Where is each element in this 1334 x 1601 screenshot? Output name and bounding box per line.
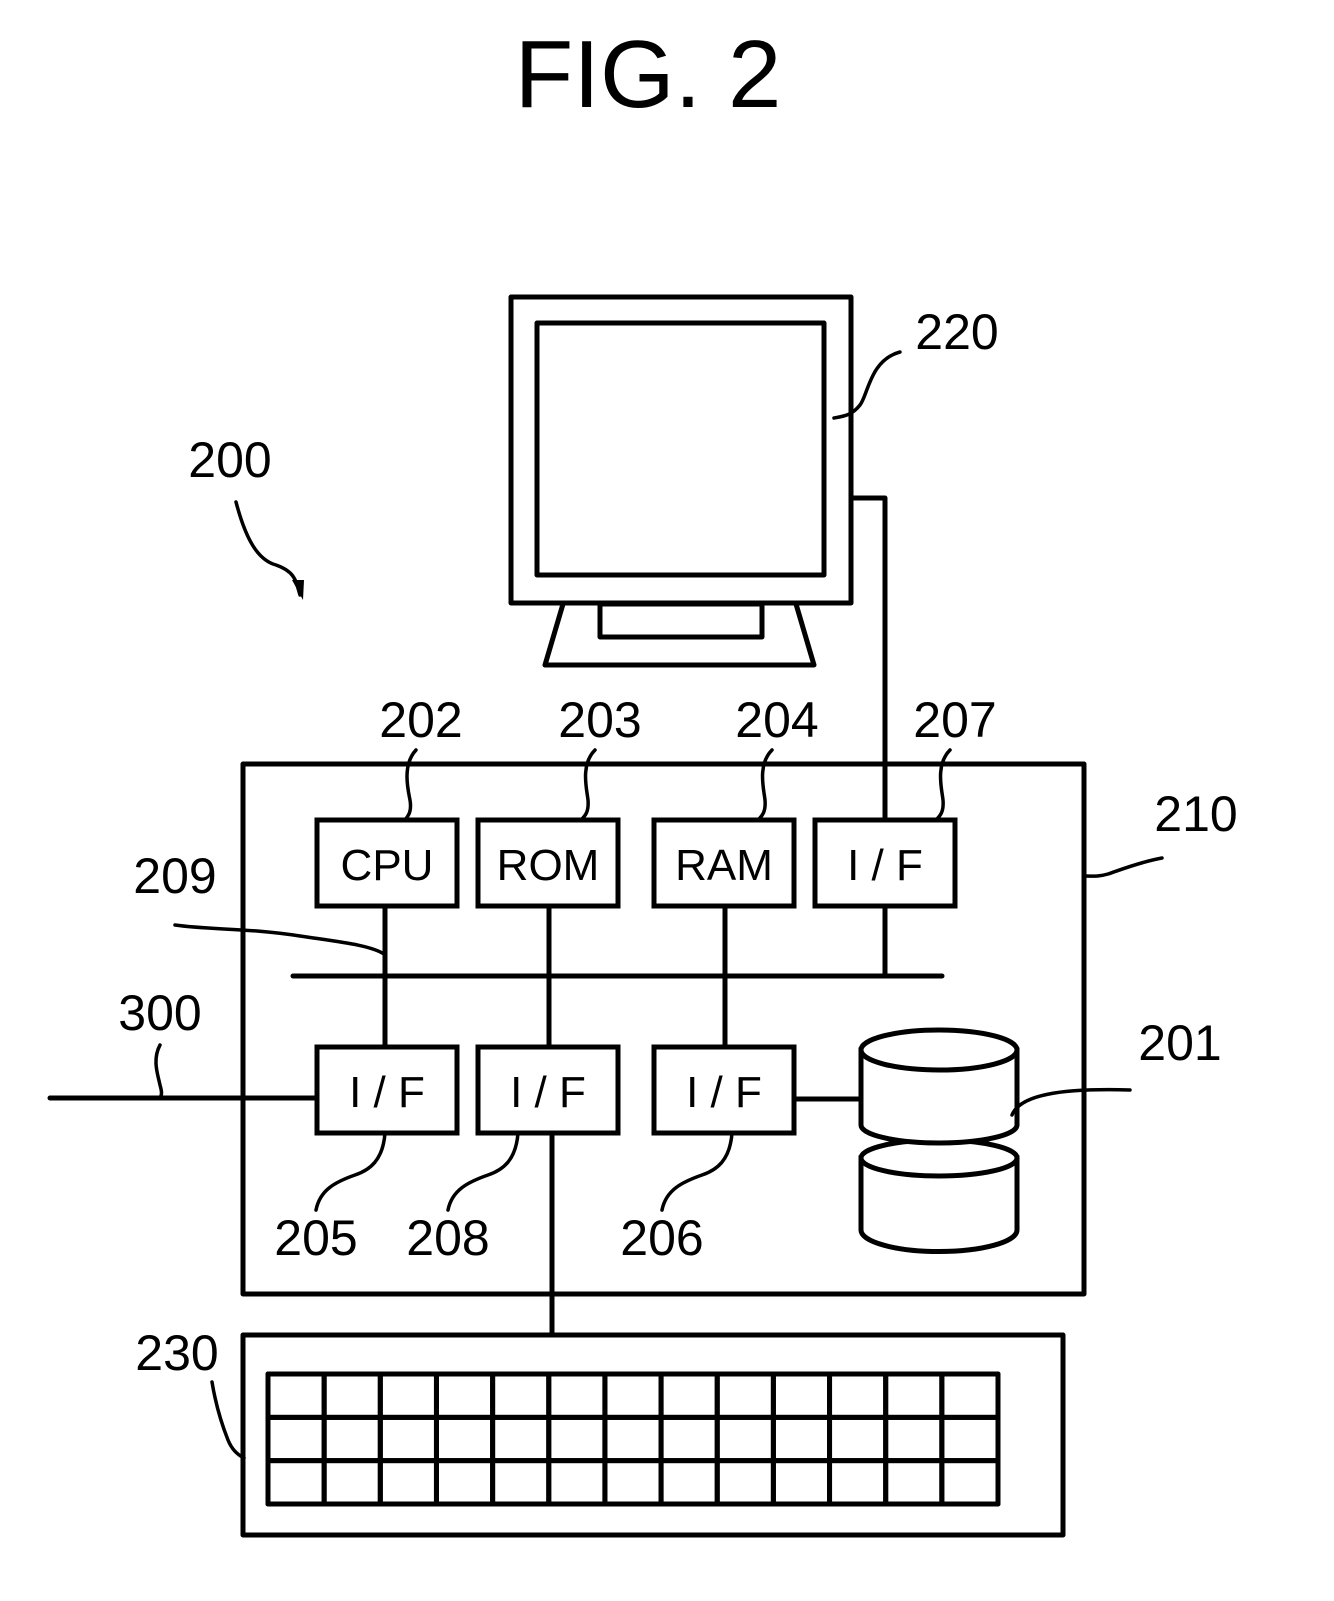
keyboard-key xyxy=(321,1371,383,1420)
keyboard-key xyxy=(602,1414,664,1464)
monitor-ref-leader xyxy=(832,350,902,420)
keyboard-key xyxy=(658,1371,720,1420)
monitor-cable xyxy=(848,495,888,823)
keyboard-key xyxy=(714,1458,776,1507)
rom-ref-leader xyxy=(579,748,597,822)
figure-title: FIG. 2 xyxy=(515,21,782,128)
keyboard-key xyxy=(827,1371,889,1420)
rom-label: ROM xyxy=(497,841,600,890)
keyboard-key xyxy=(265,1371,327,1420)
storage-if-ref-label: 206 xyxy=(620,1210,703,1266)
keyboard-key xyxy=(433,1371,496,1420)
keyboard-key xyxy=(883,1414,945,1464)
cpu-ref-label: 202 xyxy=(379,692,462,748)
input-if-ref-label: 208 xyxy=(406,1210,489,1266)
keyboard-key xyxy=(377,1414,439,1464)
keyboard-key xyxy=(883,1458,945,1507)
rom-ref-label: 203 xyxy=(558,692,641,748)
computer-ref-leader xyxy=(1084,856,1164,878)
storage-ref-leader xyxy=(1010,1087,1132,1117)
network-ref-label: 300 xyxy=(118,985,201,1041)
keyboard-key xyxy=(939,1371,1001,1420)
keyboard-keys xyxy=(265,1371,1001,1507)
storage-ref-label: 201 xyxy=(1138,1015,1221,1071)
rom-box: ROM xyxy=(475,817,621,909)
network-if-label: I / F xyxy=(349,1068,425,1117)
keyboard-key xyxy=(658,1414,720,1464)
ram-label: RAM xyxy=(675,841,773,890)
keyboard-key xyxy=(770,1458,833,1507)
network-if-ref-leader xyxy=(314,1131,387,1212)
system-ref-leader xyxy=(234,500,302,597)
keyboard-key xyxy=(939,1414,1001,1464)
input-if-box: I / F xyxy=(475,1044,621,1136)
keyboard-key xyxy=(602,1458,664,1507)
monitor-ref-label: 220 xyxy=(915,304,998,360)
keyboard-key xyxy=(377,1371,439,1420)
ram-ref-label: 204 xyxy=(735,692,818,748)
display-if-label: I / F xyxy=(847,841,923,890)
keyboard-key xyxy=(546,1458,608,1507)
keyboard-key xyxy=(939,1458,1001,1507)
keyboard-key xyxy=(658,1458,720,1507)
monitor-bezel xyxy=(508,294,854,606)
network-ref-leader xyxy=(154,1043,164,1100)
bus-ref-leader xyxy=(173,923,386,956)
keyboard-key xyxy=(602,1371,664,1420)
keyboard-key-frame xyxy=(265,1371,1001,1507)
monitor-screen xyxy=(534,320,827,578)
keyboard-key xyxy=(490,1371,552,1420)
diagram-canvas: FIG. 2 200 220 210 209 CPU ROM RAM I / F xyxy=(47,21,1238,1538)
keyboard-key xyxy=(265,1414,327,1464)
display-if-ref-label: 207 xyxy=(913,692,996,748)
computer-ref-label: 210 xyxy=(1154,786,1237,842)
keyboard-key xyxy=(770,1414,833,1464)
system-ref-label: 200 xyxy=(188,432,271,488)
storage-if-ref-leader xyxy=(660,1131,734,1212)
keyboard-ref-label: 230 xyxy=(135,1325,218,1381)
bus-ref-label: 209 xyxy=(133,848,216,904)
keyboard-key xyxy=(546,1414,608,1464)
arrowhead-icon xyxy=(292,580,304,600)
ram-box: RAM xyxy=(651,817,797,909)
keyboard-key xyxy=(827,1414,889,1464)
input-if-label: I / F xyxy=(510,1068,586,1117)
keyboard-key xyxy=(433,1414,496,1464)
cpu-label: CPU xyxy=(341,841,434,890)
network-if-box: I / F xyxy=(314,1044,460,1136)
keyboard-key xyxy=(265,1458,327,1507)
keyboard-key xyxy=(321,1458,383,1507)
display-if-box: I / F xyxy=(812,817,958,909)
keyboard-key xyxy=(433,1458,496,1507)
keyboard-key xyxy=(714,1371,776,1420)
cpu-box: CPU xyxy=(314,817,460,909)
input-if-ref-leader xyxy=(446,1131,520,1212)
keyboard-key xyxy=(321,1414,383,1464)
display-if-ref-leader xyxy=(934,748,952,822)
storage-if-label: I / F xyxy=(686,1068,762,1117)
keyboard-key xyxy=(490,1458,552,1507)
keyboard-key xyxy=(770,1371,833,1420)
monitor xyxy=(508,294,854,668)
ram-ref-leader xyxy=(756,748,774,822)
storage-disk-icon xyxy=(858,1027,1020,1255)
keyboard-key xyxy=(827,1458,889,1507)
keyboard-key xyxy=(883,1371,945,1420)
storage-if-box: I / F xyxy=(651,1044,797,1136)
keyboard-key xyxy=(377,1458,439,1507)
cpu-ref-leader xyxy=(403,748,418,822)
keyboard-key xyxy=(490,1414,552,1464)
monitor-neck xyxy=(597,601,765,640)
keyboard-ref-leader xyxy=(210,1380,246,1460)
keyboard-key xyxy=(546,1371,608,1420)
keyboard-key xyxy=(714,1414,776,1464)
network-if-ref-label: 205 xyxy=(274,1210,357,1266)
